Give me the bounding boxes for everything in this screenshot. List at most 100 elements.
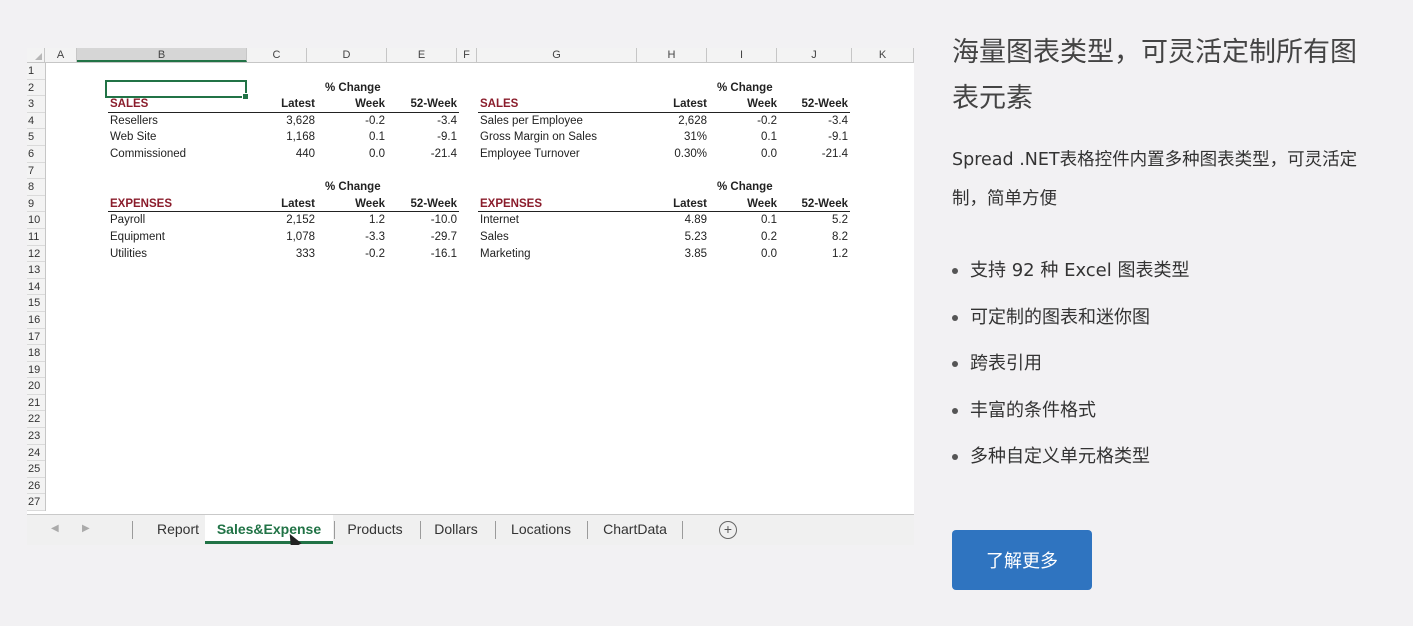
row-header-17[interactable]: 17 [27,329,45,346]
row-header-19[interactable]: 19 [27,362,45,379]
tab-scroll-right-icon[interactable]: ▶ [82,523,90,534]
feature-item: 多种自定义单元格类型 [952,434,1189,481]
left-expenses-row-name[interactable]: Utilities [110,246,147,262]
pct-change-label[interactable]: % Change [717,179,817,195]
feature-label: 跨表引用 [970,353,1042,374]
row-header-23[interactable]: 23 [27,428,45,445]
right-sales-header[interactable]: SALES [480,96,518,112]
left-expenses-row-name[interactable]: Payroll [110,212,145,228]
sheet-tab-sales-expense[interactable]: Sales&Expense [205,515,333,544]
feature-list: 支持 92 种 Excel 图表类型 可定制的图表和迷你图 跨表引用 丰富的条件格式多… [952,248,1189,481]
spreadsheet-screenshot: ABCDEFGHIJK 1 2 3 4 5 6 7 8 9 10 11 12 13 14 15 16 17 18 1… [27,48,914,545]
bullet-icon [952,268,958,275]
sheet-tab-report[interactable]: Report [142,515,214,543]
active-cell[interactable] [105,79,249,100]
column-header-h[interactable]: H [637,48,707,62]
right-expenses-row-name[interactable]: Internet [480,212,519,228]
sheet-tab-bar: ◀ ▶ Report Sales&Expense Products Dollars Lo… [27,514,914,545]
column-header-b[interactable]: B [77,48,247,62]
col-52week-header[interactable]: 52-Week [357,96,457,112]
column-header-i[interactable]: I [707,48,777,62]
col-52week-header[interactable]: 52-Week [748,96,848,112]
row-header-1[interactable]: 1 [27,63,45,80]
feature-item: 丰富的条件格式 [952,388,1189,435]
right-expenses-row-52week[interactable]: 1.2 [748,246,848,262]
feature-label: 可定制的图表和迷你图 [970,306,1150,328]
bullet-icon [952,454,958,461]
tab-scroll-left-icon[interactable]: ◀ [51,523,59,534]
pct-change-label[interactable]: % Change [325,80,425,96]
column-header-k[interactable]: K [852,48,914,62]
right-expenses-row-name[interactable]: Sales [480,229,509,245]
row-header-16[interactable]: 16 [27,312,45,329]
right-expenses-row-52week[interactable]: 5.2 [748,212,848,228]
left-sales-header[interactable]: SALES [110,96,148,112]
row-header-27[interactable]: 27 [27,494,45,512]
row-header-22[interactable]: 22 [27,411,45,429]
sheet-tab-products[interactable]: Products [334,515,416,543]
right-expenses-header[interactable]: EXPENSES [480,196,542,212]
row-header-14[interactable]: 14 [27,279,45,296]
row-header-5[interactable]: 5 [27,129,45,146]
row-header-26[interactable]: 26 [27,478,45,495]
row-header-8[interactable]: 8 [27,179,45,196]
column-header-j[interactable]: J [777,48,852,62]
row-header-15[interactable]: 15 [27,295,45,312]
row-header-10[interactable]: 10 [27,212,45,229]
right-sales-row-52week[interactable]: -3.4 [748,113,848,129]
row-header-13[interactable]: 13 [27,262,45,279]
column-header-c[interactable]: C [247,48,307,62]
row-header-21[interactable]: 21 [27,395,45,412]
select-all-corner[interactable] [27,48,45,62]
panel-description: Spread .NET表格控件内置多种图表类型，可灵活定制，简单方便 [952,150,1358,209]
learn-more-button[interactable]: 了解更多 [952,530,1092,590]
tab-separator [334,521,335,539]
sheet-tab-locations[interactable]: Locations [495,515,587,543]
row-header-18[interactable]: 18 [27,345,45,362]
left-sales-row-52week[interactable]: -21.4 [357,146,457,162]
row-header-2[interactable]: 2 [27,80,45,97]
row-header-6[interactable]: 6 [27,146,45,163]
col-52week-header[interactable]: 52-Week [748,196,848,212]
right-sales-row-52week[interactable]: -9.1 [748,129,848,145]
pct-change-label[interactable]: % Change [717,80,817,96]
right-expenses-row-52week[interactable]: 8.2 [748,229,848,245]
column-header-e[interactable]: E [387,48,457,62]
left-sales-row-name[interactable]: Resellers [110,113,158,129]
row-header-4[interactable]: 4 [27,113,45,130]
left-expenses-header[interactable]: EXPENSES [110,196,172,212]
right-sales-row-name[interactable]: Sales per Employee [480,113,583,129]
row-header-25[interactable]: 25 [27,461,45,478]
column-header-a[interactable]: A [45,48,77,62]
left-expenses-row-52week[interactable]: -29.7 [357,229,457,245]
cell-grid[interactable]: % Change SALES Latest Week 52-Week Resellers 3… [45,63,914,514]
row-header-3[interactable]: 3 [27,96,45,113]
row-header-20[interactable]: 20 [27,378,45,395]
left-sales-row-52week[interactable]: -9.1 [357,129,457,145]
left-sales-row-name[interactable]: Commissioned [110,146,186,162]
tab-separator [420,521,421,539]
right-sales-row-name[interactable]: Employee Turnover [480,146,580,162]
row-header-9[interactable]: 9 [27,196,45,213]
column-header-g[interactable]: G [477,48,637,62]
left-sales-row-name[interactable]: Web Site [110,129,156,145]
row-header-7[interactable]: 7 [27,163,45,180]
column-header-d[interactable]: D [307,48,387,62]
column-header-f[interactable]: F [457,48,477,62]
left-expenses-row-name[interactable]: Equipment [110,229,165,245]
sheet-tab-chartdata[interactable]: ChartData [588,515,682,543]
tab-separator [682,521,683,539]
sheet-tab-dollars[interactable]: Dollars [420,515,492,543]
row-header-12[interactable]: 12 [27,246,45,263]
col-52week-header[interactable]: 52-Week [357,196,457,212]
left-expenses-row-52week[interactable]: -16.1 [357,246,457,262]
plus-circle-icon[interactable]: + [719,521,737,539]
row-header-11[interactable]: 11 [27,229,45,246]
pct-change-label[interactable]: % Change [325,179,425,195]
left-sales-row-52week[interactable]: -3.4 [357,113,457,129]
right-sales-row-52week[interactable]: -21.4 [748,146,848,162]
right-expenses-row-name[interactable]: Marketing [480,246,531,262]
left-expenses-row-52week[interactable]: -10.0 [357,212,457,228]
row-header-24[interactable]: 24 [27,445,45,462]
right-sales-row-name[interactable]: Gross Margin on Sales [480,129,597,145]
